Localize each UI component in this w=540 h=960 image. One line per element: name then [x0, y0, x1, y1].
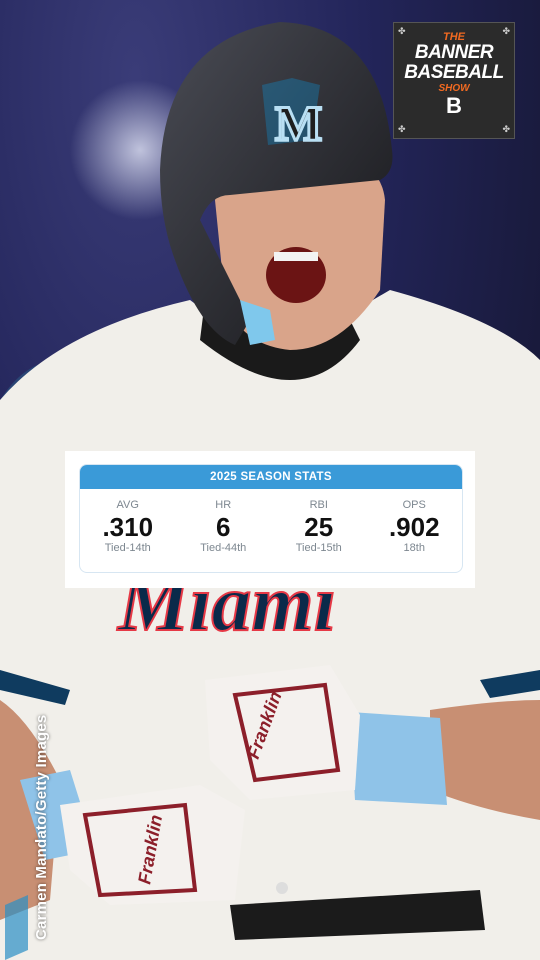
stat-hr: HR 6 Tied-44th — [176, 489, 272, 572]
logo-banner: BANNER — [414, 42, 494, 63]
stat-rank: 18th — [403, 542, 425, 554]
jersey-button — [276, 882, 288, 894]
stat-rank: Tied-14th — [104, 542, 151, 554]
banner-baseball-show-logo: ✤ ✤ ✤ ✤ THE BANNER BASEBALL SHOW B — [393, 22, 515, 139]
watermark-mark — [5, 895, 28, 960]
stat-rank: Tied-44th — [200, 542, 247, 554]
stat-value: 6 — [216, 512, 231, 542]
logo-b-mark: B — [446, 93, 462, 118]
logo-corner-ornament: ✤ — [502, 124, 510, 134]
stat-label: RBI — [309, 499, 328, 511]
logo-corner-ornament: ✤ — [398, 26, 406, 36]
stats-columns: AVG .310 Tied-14th HR 6 Tied-44th RBI 25… — [80, 489, 462, 572]
stat-rbi: RBI 25 Tied-15th — [271, 489, 367, 572]
photo-credit: Carmen Mandato/Getty Images — [33, 714, 50, 940]
stat-avg: AVG .310 Tied-14th — [80, 489, 176, 572]
stat-value: 25 — [304, 512, 334, 542]
stat-label: OPS — [402, 499, 426, 511]
season-stats-card: 2025 SEASON STATS AVG .310 Tied-14th HR … — [65, 451, 475, 588]
stat-label: HR — [215, 499, 232, 511]
logo-corner-ornament: ✤ — [502, 26, 510, 36]
stat-rank: Tied-15th — [295, 542, 342, 554]
season-stats-title: 2025 SEASON STATS — [80, 465, 462, 489]
stat-value: .310 — [102, 512, 154, 542]
stat-value: .902 — [388, 512, 440, 542]
logo-baseball: BASEBALL — [404, 62, 504, 83]
helmet-logo-letter: M — [275, 95, 322, 151]
stat-label: AVG — [116, 499, 139, 511]
season-stats-panel: 2025 SEASON STATS AVG .310 Tied-14th HR … — [79, 464, 463, 573]
wristband — [350, 712, 447, 805]
stat-ops: OPS .902 18th — [367, 489, 463, 572]
logo-corner-ornament: ✤ — [398, 124, 406, 134]
